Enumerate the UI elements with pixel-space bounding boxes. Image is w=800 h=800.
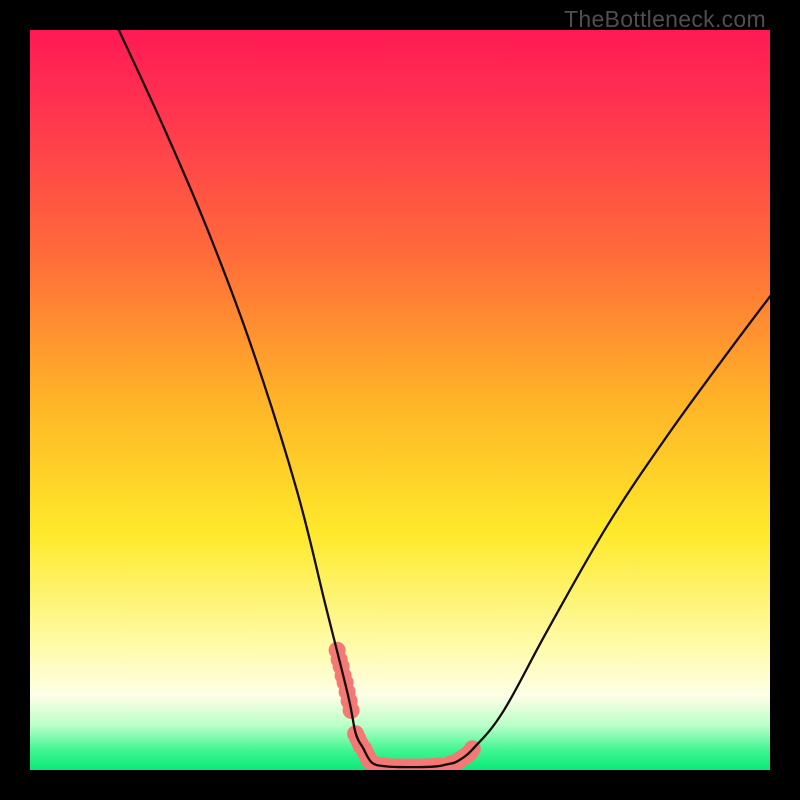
gradient-background [30, 30, 770, 770]
chart-frame: TheBottleneck.com [0, 0, 800, 800]
watermark-text: TheBottleneck.com [564, 6, 766, 33]
plot-area [30, 30, 770, 770]
chart-svg [30, 30, 770, 770]
